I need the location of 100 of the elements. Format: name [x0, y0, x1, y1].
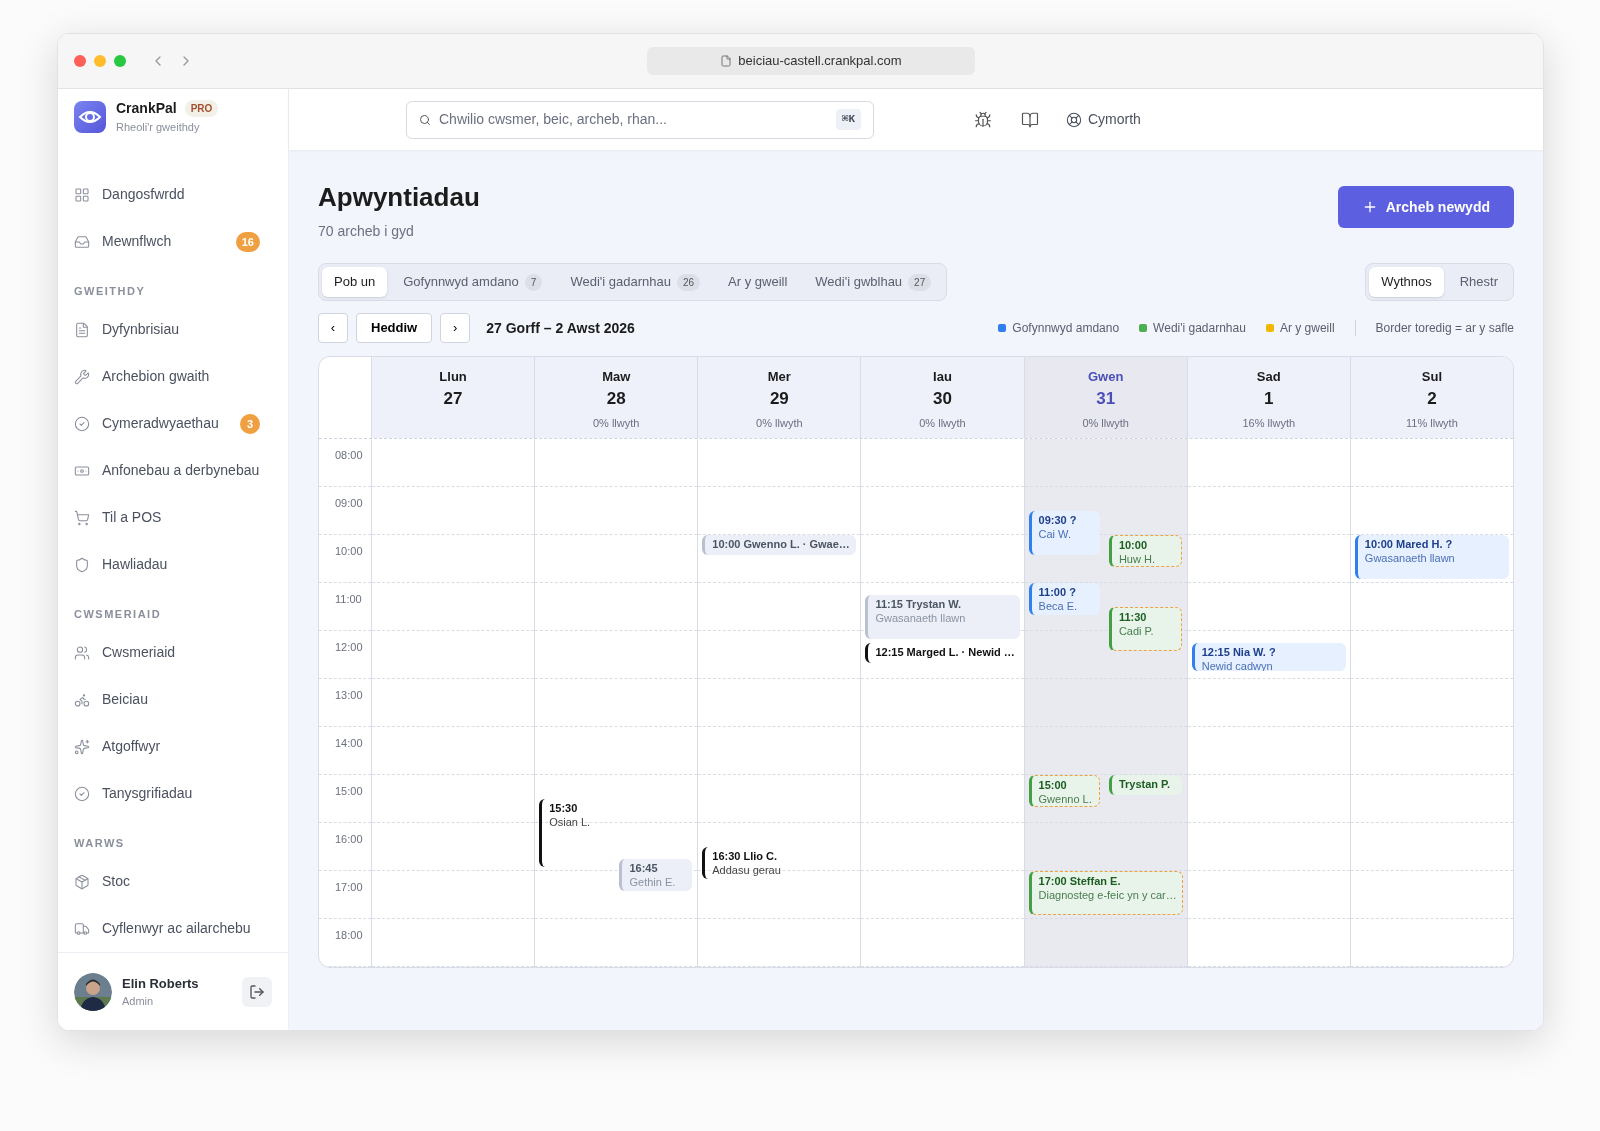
legend-label: Gofynnwyd amdano — [1012, 320, 1120, 337]
appointment-card[interactable]: 16:45 Gethin E. — [619, 859, 693, 891]
appointment-card[interactable]: 16:30 Llio C. Addasu gerau — [702, 847, 857, 879]
day-header[interactable]: Llun 27 — [371, 357, 535, 438]
appointment-title: 17:00 Steffan E. — [1038, 874, 1122, 888]
day-header[interactable]: Sul 2 11% llwyth — [1349, 357, 1513, 438]
appointment-title: 16:45 — [629, 861, 659, 875]
section-heading: CWSMERIAID — [74, 606, 163, 622]
filter-tab[interactable]: Wedi'i gadarnhau 26 — [558, 267, 713, 297]
appointment-card[interactable]: 09:30 ? Cai W. — [1028, 511, 1100, 555]
hour-label: 11:00 — [335, 593, 362, 605]
filter-tab[interactable]: Wedi'i gwblhau 27 — [803, 267, 944, 297]
hour-label: 16:00 — [335, 833, 363, 845]
appointment-detail: Cadi P. — [1118, 624, 1155, 638]
day-name: Mer — [767, 368, 791, 386]
sidebar-item[interactable]: Cwsmeriaid — [74, 629, 260, 677]
appointment-card[interactable]: 11:00 ? Beca E. — [1028, 583, 1100, 615]
search-icon — [419, 113, 431, 126]
day-load: 0% llwyth — [592, 415, 640, 431]
day-header[interactable]: Iau 30 0% llwyth — [860, 357, 1024, 438]
appointment-card[interactable]: 10:00 Gwenno L. · Gwae… — [702, 535, 857, 555]
appointment-title: 09:30 ? — [1038, 513, 1078, 527]
legend-label: Wedi'i gadarnhau — [1153, 320, 1246, 337]
hour-label: 12:00 — [335, 641, 363, 653]
legend-note: Border toredig = ar y safle — [1375, 320, 1514, 337]
count-badge: 3 — [240, 413, 260, 434]
sidebar-item[interactable]: Anfonebau a derbynebau — [74, 447, 260, 495]
sidebar-item[interactable]: Dyfynbrisiau — [74, 306, 260, 354]
shield-icon — [74, 556, 90, 573]
user-role: Admin — [122, 994, 155, 1010]
help-button[interactable]: Cymorth — [1066, 109, 1141, 130]
bug-icon[interactable] — [974, 110, 992, 129]
appointment-title: 16:30 Llio C. — [712, 849, 779, 863]
minimize-window-icon[interactable] — [94, 55, 106, 67]
brand-name: CrankPal — [116, 99, 177, 119]
appointment-card[interactable]: 17:00 Steffan E. Diagnosteg e-feic yn y car… — [1028, 871, 1183, 915]
day-header[interactable]: Gwen 31 0% llwyth — [1023, 357, 1187, 438]
sidebar-item[interactable]: Archebion gwaith — [74, 353, 260, 401]
close-window-icon[interactable] — [74, 55, 86, 67]
day-name: Gwen — [1087, 368, 1124, 386]
sidebar-item[interactable]: Cymeradwyaethau 3 — [74, 400, 260, 448]
maximize-window-icon[interactable] — [114, 55, 126, 67]
day-date: 29 — [769, 387, 789, 410]
appointment-detail: Gethin E. — [629, 875, 677, 889]
search-input[interactable]: Chwilio cwsmer, beic, archeb, rhan... — [439, 109, 828, 130]
new-booking-button[interactable]: Archeb newydd — [1337, 186, 1514, 228]
count-badge: 7 — [524, 273, 543, 291]
today-button[interactable]: Heddiw — [356, 313, 433, 343]
appointment-card[interactable]: 15:00 Gwenno L. — [1028, 775, 1100, 807]
appointment-detail: Gwasanaeth llawn — [875, 611, 967, 625]
appointment-detail: Cai W. — [1038, 527, 1072, 541]
day-name: Llun — [439, 368, 467, 386]
sidebar-item[interactable]: Beiciau — [74, 676, 260, 724]
address-bar[interactable]: beiciau-castell.crankpal.com — [647, 47, 975, 75]
plan-badge: PRO — [184, 100, 219, 118]
page-title: Apwyntiadau — [318, 181, 480, 213]
next-week-button[interactable]: › — [440, 313, 471, 343]
day-name: Iau — [933, 368, 952, 386]
view-tab[interactable]: Rhestr — [1447, 267, 1510, 297]
search-field[interactable]: Chwilio cwsmer, beic, archeb, rhan... ⌘K — [406, 100, 874, 139]
day-header[interactable]: Sad 1 16% llwyth — [1186, 357, 1350, 438]
sidebar-item[interactable]: Tanysgrifiadau — [74, 770, 260, 818]
sidebar-item[interactable]: Til a POS — [74, 494, 260, 542]
appointment-card[interactable]: 11:30 Cadi P. — [1108, 607, 1182, 651]
view-tab[interactable]: Wythnos — [1369, 267, 1444, 297]
day-name: Sad — [1256, 368, 1281, 386]
day-date: 27 — [443, 387, 463, 410]
sidebar-item[interactable]: Cyflenwyr ac ailarchebu — [74, 905, 260, 953]
user-name: Elin Roberts — [122, 974, 200, 993]
logout-icon — [249, 983, 265, 1000]
filter-tab[interactable]: Gofynnwyd amdano 7 — [391, 267, 555, 297]
day-date: 31 — [1096, 387, 1116, 410]
appointment-card[interactable]: 11:15 Trystan W. Gwasanaeth llawn — [865, 595, 1020, 639]
appointment-card[interactable]: 10:00 Mared H. ? Gwasanaeth llawn — [1354, 535, 1509, 579]
day-header[interactable]: Mer 29 0% llwyth — [697, 357, 861, 438]
filter-tab[interactable]: Ar y gweill — [716, 267, 800, 297]
sidebar-item[interactable]: Stoc — [74, 858, 260, 906]
book-icon[interactable] — [1021, 110, 1039, 129]
appointment-card[interactable]: Trystan P. — [1108, 775, 1182, 795]
appointment-detail: Gwenno L. — [1038, 792, 1093, 806]
appointment-title: 15:00 — [1038, 778, 1068, 792]
hour-label: 14:00 — [335, 737, 363, 749]
previous-week-button[interactable]: ‹ — [318, 313, 348, 343]
appointment-title: Trystan P. — [1118, 777, 1172, 791]
logout-button[interactable] — [242, 976, 272, 1007]
day-header[interactable]: Maw 28 0% llwyth — [534, 357, 698, 438]
sidebar-item[interactable]: Dangosfwrdd — [74, 171, 260, 219]
appointment-card[interactable]: 10:00 Huw H. — [1108, 535, 1182, 567]
lifebuoy-icon — [1066, 111, 1082, 128]
day-load: 11% llwyth — [1406, 415, 1458, 431]
sidebar-item[interactable]: Hawliadau — [74, 541, 260, 589]
day-name: Sul — [1421, 368, 1443, 386]
filter-tab[interactable]: Pob un — [322, 267, 388, 297]
logo-icon — [74, 101, 106, 134]
appointment-card[interactable]: 15:30 Osian L. — [539, 799, 611, 867]
sidebar-item[interactable]: Mewnflwch 16 — [74, 218, 260, 266]
sidebar-item[interactable]: Atgoffwyr — [74, 723, 260, 771]
hour-label: 15:00 — [335, 785, 363, 797]
appointment-detail: Diagnosteg e-feic yn y car… — [1038, 888, 1178, 902]
appointment-card[interactable]: 12:15 Marged L. · Newid … — [865, 643, 1020, 663]
